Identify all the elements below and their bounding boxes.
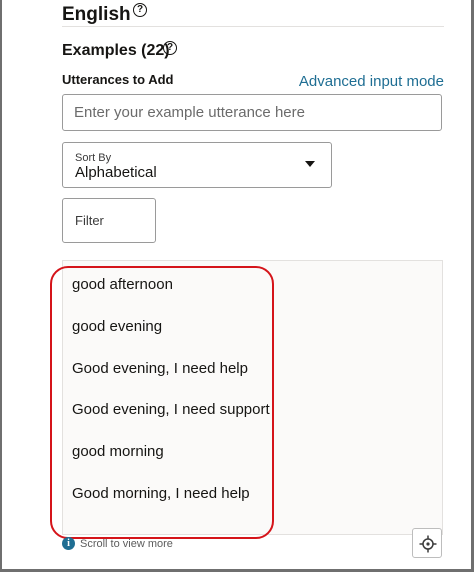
sort-by-select[interactable]: Sort By Alphabetical [62, 142, 332, 188]
question-circle-icon[interactable]: ? [163, 41, 177, 55]
locate-button[interactable] [412, 528, 442, 558]
sort-by-label: Sort By [75, 152, 112, 164]
utterances-label: Utterances to Add [62, 72, 174, 87]
highlight-annotation [50, 266, 274, 539]
advanced-input-mode-link[interactable]: Advanced input mode [299, 73, 444, 90]
examples-title: Examples (22) [62, 42, 170, 59]
filter-input[interactable]: Filter [62, 198, 156, 243]
crosshair-icon [419, 535, 437, 553]
info-icon: i [62, 537, 75, 550]
screenshot-frame-left [0, 0, 2, 572]
utterance-input[interactable] [62, 94, 442, 131]
scroll-note: Scroll to view more [80, 538, 173, 550]
language-title: English [62, 4, 131, 25]
section-divider [62, 26, 444, 27]
sort-by-value: Alphabetical [75, 164, 157, 181]
question-circle-icon[interactable]: ? [133, 3, 147, 17]
caret-down-icon [305, 161, 315, 167]
